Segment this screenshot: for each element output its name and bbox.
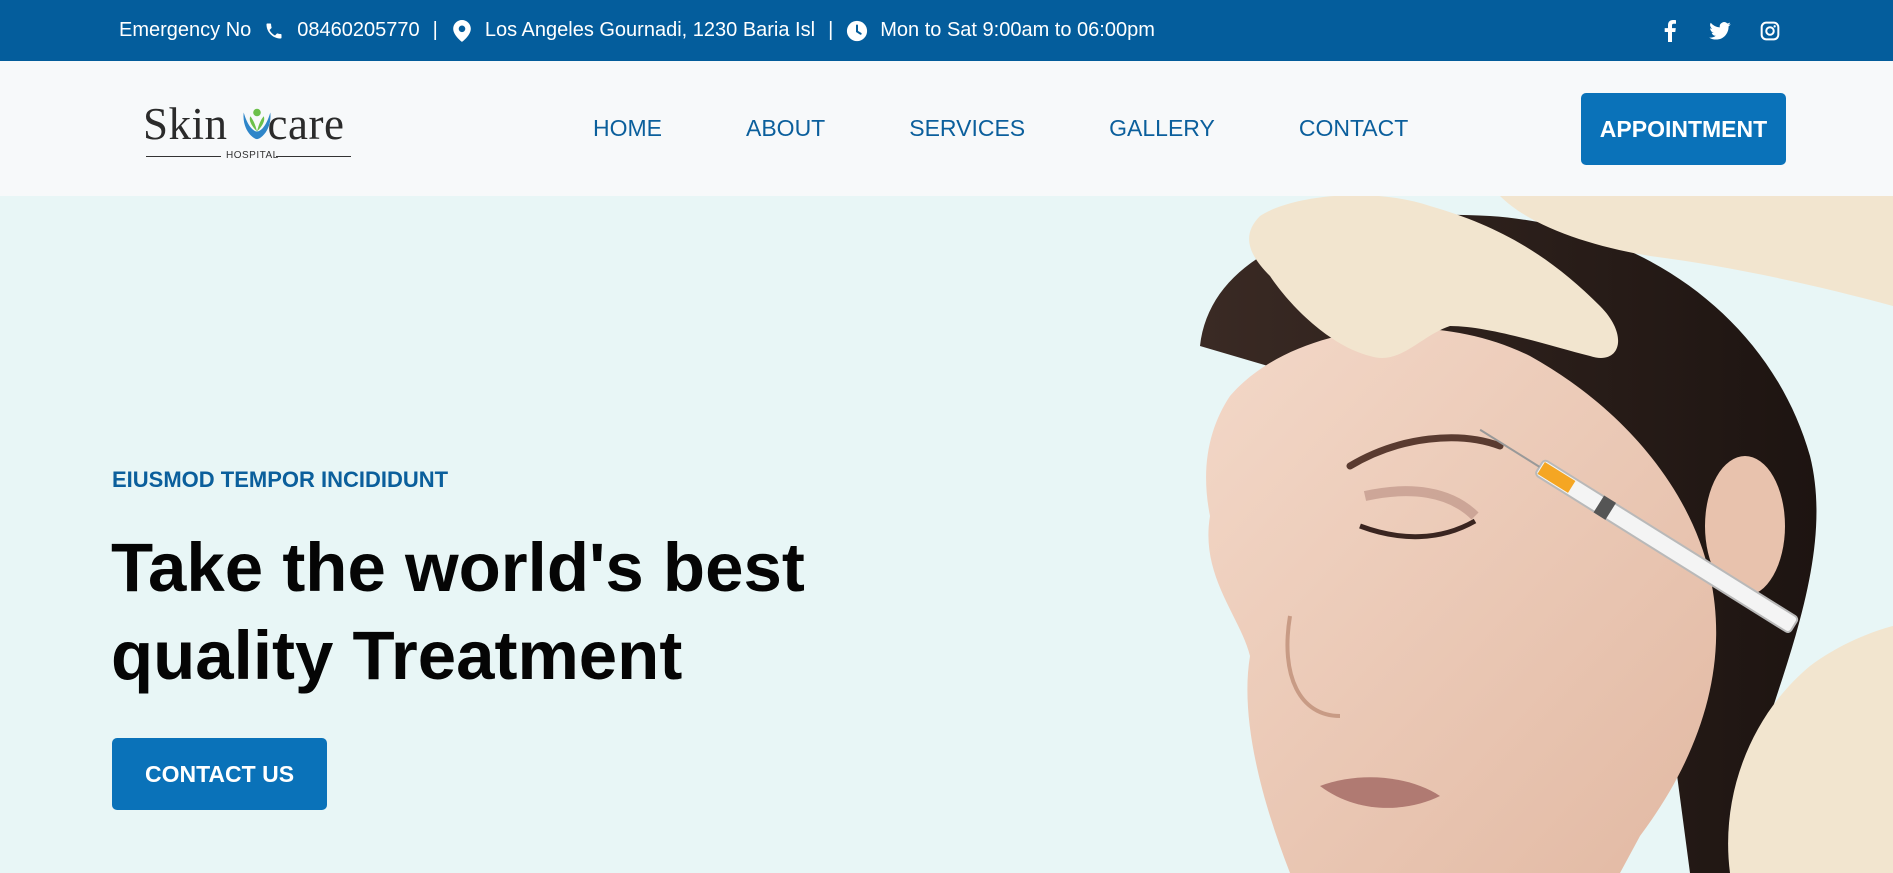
phone-icon <box>263 20 285 42</box>
address-text: Los Angeles Gournadi, 1230 Baria Isl <box>484 19 816 41</box>
location-pin-icon <box>451 19 473 42</box>
hero-headline: Take the world's best quality Treatment <box>111 524 831 700</box>
separator: | <box>432 19 438 41</box>
nav-contact[interactable]: CONTACT <box>1299 115 1408 142</box>
emergency-phone[interactable]: 08460205770 <box>297 19 419 42</box>
nav-home[interactable]: HOME <box>593 115 662 142</box>
top-info-bar: Emergency No 08460205770 | Los Angeles G… <box>0 0 1893 61</box>
nav-gallery[interactable]: GALLERY <box>1109 115 1215 142</box>
main-header: Skin care HOSPITAL HOME ABOUT SERVICES GA… <box>0 61 1893 196</box>
instagram-icon[interactable] <box>1759 20 1781 42</box>
twitter-icon[interactable] <box>1709 20 1731 42</box>
contact-info: Emergency No 08460205770 | Los Angeles G… <box>119 0 1155 61</box>
emergency-label: Emergency No <box>119 19 252 41</box>
logo-word-care: care <box>267 99 345 149</box>
clock-icon <box>846 20 868 42</box>
headline-line-2: quality Treatment <box>111 617 683 694</box>
logo-person-icon <box>243 108 271 140</box>
logo-subtitle: HOSPITAL <box>146 150 351 162</box>
logo-sub-text: HOSPITAL <box>226 150 279 161</box>
social-links <box>1659 0 1781 61</box>
separator: | <box>828 19 834 41</box>
headline-line-1: Take the world's best <box>111 529 805 606</box>
logo-word-skin: Skin <box>143 99 228 149</box>
contact-us-button[interactable]: CONTACT US <box>112 738 327 810</box>
site-logo[interactable]: Skin care HOSPITAL <box>143 98 355 162</box>
hero-eyebrow: EIUSMOD TEMPOR INCIDIDUNT <box>112 467 449 492</box>
nav-services[interactable]: SERVICES <box>909 115 1025 142</box>
hero-section: EIUSMOD TEMPOR INCIDIDUNT Take the world… <box>0 196 1893 873</box>
appointment-button[interactable]: APPOINTMENT <box>1581 93 1786 165</box>
main-nav: HOME ABOUT SERVICES GALLERY CONTACT <box>593 61 1408 196</box>
facebook-icon[interactable] <box>1659 19 1681 42</box>
hero-treatment-photo <box>1200 196 1893 873</box>
nav-about[interactable]: ABOUT <box>746 115 825 142</box>
opening-hours: Mon to Sat 9:00am to 06:00pm <box>880 19 1155 41</box>
